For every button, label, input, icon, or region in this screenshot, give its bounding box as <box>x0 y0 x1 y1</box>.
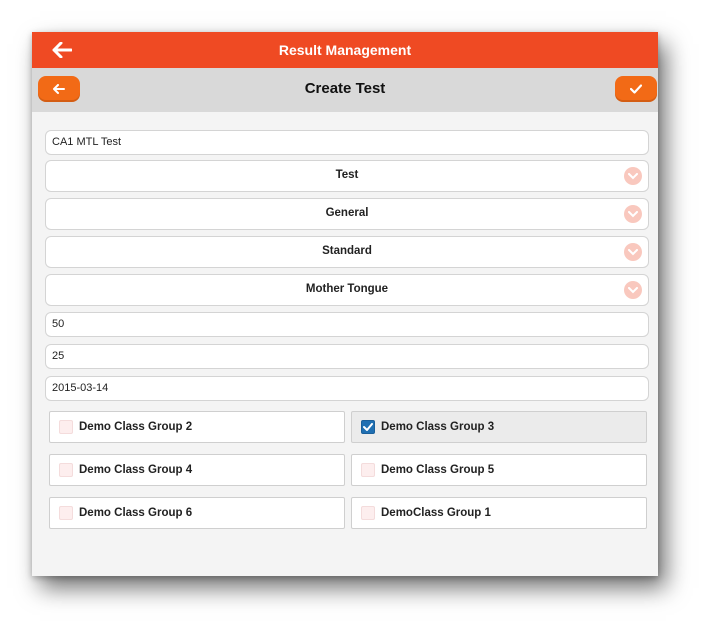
max-marks-input[interactable]: 50 <box>45 312 649 337</box>
class-group-label: Demo Class Group 5 <box>381 464 495 476</box>
test-name-input[interactable]: CA1 MTL Test <box>45 130 649 155</box>
page-toolbar: Create Test <box>32 68 658 112</box>
level-select[interactable]: Standard <box>45 236 649 268</box>
app-window: Result Management Create Test CA1 MTL Te… <box>32 32 658 576</box>
class-group-label: Demo Class Group 4 <box>79 464 193 476</box>
page-title: Create Test <box>304 80 386 97</box>
class-group-checkbox[interactable]: Demo Class Group 3 <box>351 411 647 443</box>
checkbox <box>59 463 73 477</box>
class-group-checkbox[interactable]: Demo Class Group 4 <box>49 454 345 486</box>
chevron-down-icon <box>624 281 642 299</box>
chevron-down-icon <box>624 205 642 223</box>
subject-select[interactable]: Mother Tongue <box>45 274 649 306</box>
class-group-checkbox[interactable]: Demo Class Group 6 <box>49 497 345 529</box>
chevron-down-icon <box>624 167 642 185</box>
class-group-checkbox[interactable]: DemoClass Group 1 <box>351 497 647 529</box>
check-icon <box>363 423 373 431</box>
class-group-label: Demo Class Group 2 <box>79 421 193 433</box>
subject-value: Mother Tongue <box>305 283 389 295</box>
checkbox <box>59 420 73 434</box>
pass-marks-input[interactable]: 25 <box>45 344 649 369</box>
level-value: Standard <box>322 245 372 257</box>
class-group-label: Demo Class Group 3 <box>381 421 495 433</box>
checkbox <box>361 506 375 520</box>
checkbox <box>59 506 73 520</box>
test-type-select[interactable]: Test <box>45 160 649 192</box>
category-select[interactable]: General <box>45 198 649 230</box>
chevron-down-icon <box>624 243 642 261</box>
class-group-checkbox[interactable]: Demo Class Group 2 <box>49 411 345 443</box>
class-group-label: DemoClass Group 1 <box>381 507 491 519</box>
save-button[interactable] <box>615 76 657 102</box>
checkbox-checked <box>361 420 375 434</box>
app-title: Result Management <box>278 42 412 58</box>
checkbox <box>361 463 375 477</box>
class-group-label: Demo Class Group 6 <box>79 507 193 519</box>
class-group-checkbox[interactable]: Demo Class Group 5 <box>351 454 647 486</box>
date-input[interactable]: 2015-03-14 <box>45 376 649 401</box>
check-icon <box>630 84 642 94</box>
app-header: Result Management <box>32 32 658 68</box>
category-value: General <box>325 207 369 219</box>
test-type-value: Test <box>335 169 359 181</box>
